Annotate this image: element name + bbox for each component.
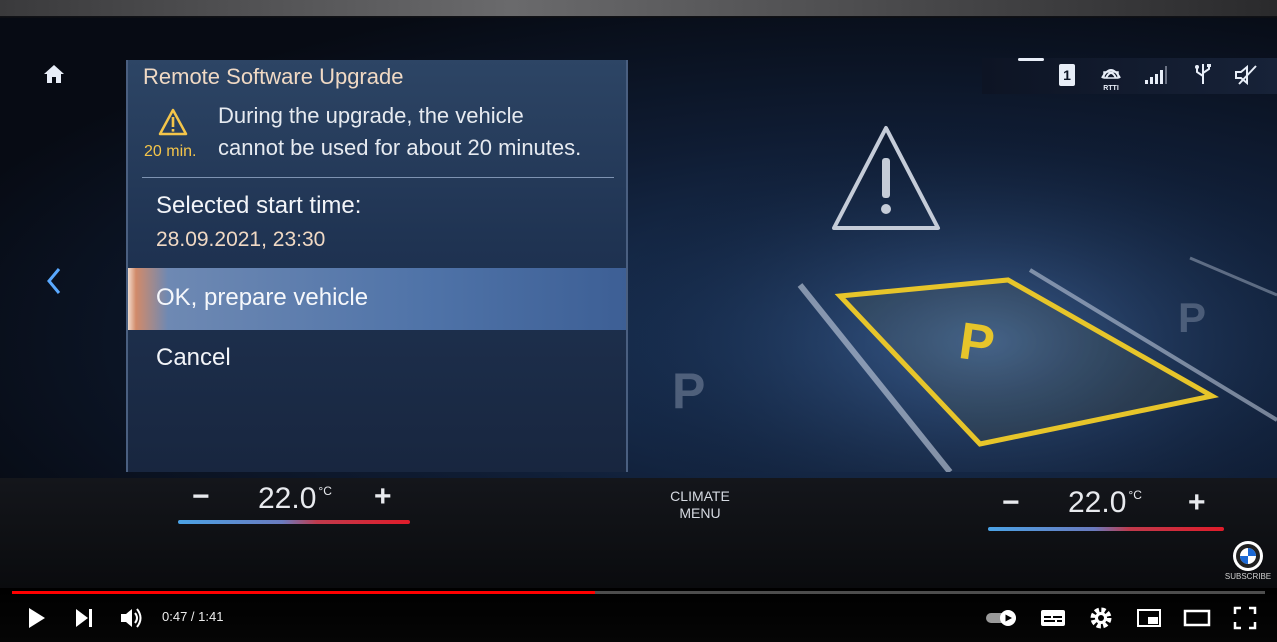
home-icon[interactable]	[42, 62, 66, 86]
next-icon[interactable]	[70, 604, 98, 632]
usb-icon[interactable]	[1192, 62, 1214, 86]
warning-message: During the upgrade, the vehicle cannot b…	[218, 100, 618, 164]
right-temp-unit: °C	[1128, 488, 1142, 502]
left-temp-decrease-button[interactable]: −	[192, 480, 210, 514]
divider	[142, 177, 614, 178]
climate-menu-line-2: MENU	[679, 505, 721, 521]
large-warning-icon	[832, 126, 940, 230]
left-temp-increase-button[interactable]: +	[374, 480, 392, 514]
right-temp-decrease-button[interactable]: −	[1002, 486, 1020, 520]
parking-illustration: P P P	[630, 100, 1277, 472]
parking-label-left: P	[672, 363, 705, 419]
subscribe-watermark[interactable]: SUBSCRIBE	[1224, 572, 1272, 581]
progress-fill	[12, 591, 595, 594]
rtti-icon[interactable]: RTTI	[1098, 60, 1124, 92]
rtti-label: RTTI	[1103, 85, 1119, 92]
theater-mode-icon[interactable]	[1183, 604, 1211, 632]
start-time-label: Selected start time:	[156, 192, 362, 219]
fullscreen-icon[interactable]	[1231, 604, 1259, 632]
dialog-title: Remote Software Upgrade	[143, 64, 404, 89]
right-temp-increase-button[interactable]: +	[1188, 486, 1206, 520]
right-temp-gauge	[988, 527, 1224, 531]
warning-line-2: cannot be used for about 20 minutes.	[218, 135, 582, 160]
duration: 1:41	[198, 609, 224, 624]
current-time: 0:47	[162, 609, 188, 624]
right-temperature: 22.0 °C	[1068, 486, 1142, 520]
software-upgrade-dialog: Remote Software Upgrade 20 min. During t…	[126, 60, 628, 472]
right-temp-value: 22.0	[1068, 486, 1127, 519]
display-1-icon[interactable]: 1	[1059, 64, 1075, 86]
time-display: 0:47 / 1:41	[162, 609, 224, 624]
signal-strength-icon	[1145, 66, 1167, 84]
left-temp-value: 22.0	[258, 482, 317, 515]
video-frame[interactable]: Remote Software Upgrade 20 min. During t…	[0, 0, 1277, 588]
ok-prepare-vehicle-button[interactable]: OK, prepare vehicle	[128, 268, 626, 330]
left-temperature: 22.0 °C	[258, 482, 332, 516]
status-indicator-dash	[1018, 58, 1044, 61]
autoplay-toggle-icon[interactable]	[984, 604, 1020, 632]
climate-menu-line-1: CLIMATE	[670, 488, 730, 504]
settings-gear-icon[interactable]	[1087, 604, 1115, 632]
dashboard-bezel	[0, 0, 1277, 16]
subtitles-icon[interactable]	[1039, 604, 1067, 632]
left-temp-gauge	[178, 520, 410, 524]
mute-icon[interactable]	[1234, 64, 1258, 86]
warning-icon	[158, 108, 188, 136]
climate-menu-button[interactable]: CLIMATE MENU	[660, 488, 740, 522]
left-temp-unit: °C	[318, 484, 332, 498]
miniplayer-icon[interactable]	[1135, 604, 1163, 632]
status-bar	[982, 58, 1277, 94]
display-number: 1	[1063, 67, 1071, 83]
bmw-logo[interactable]	[1232, 540, 1264, 572]
progress-bar[interactable]	[12, 591, 1265, 594]
play-icon[interactable]	[22, 604, 50, 632]
chevron-left-icon[interactable]	[44, 266, 64, 296]
warning-line-1: During the upgrade, the vehicle	[218, 103, 524, 128]
volume-icon[interactable]	[118, 604, 146, 632]
ok-prepare-vehicle-label: OK, prepare vehicle	[156, 284, 369, 311]
start-time-value: 28.09.2021, 23:30	[156, 228, 326, 251]
warning-duration: 20 min.	[144, 143, 197, 160]
cancel-button[interactable]: Cancel	[156, 344, 231, 372]
rtti-waves-icon	[1101, 69, 1121, 79]
parking-label-right: P	[1178, 294, 1206, 341]
